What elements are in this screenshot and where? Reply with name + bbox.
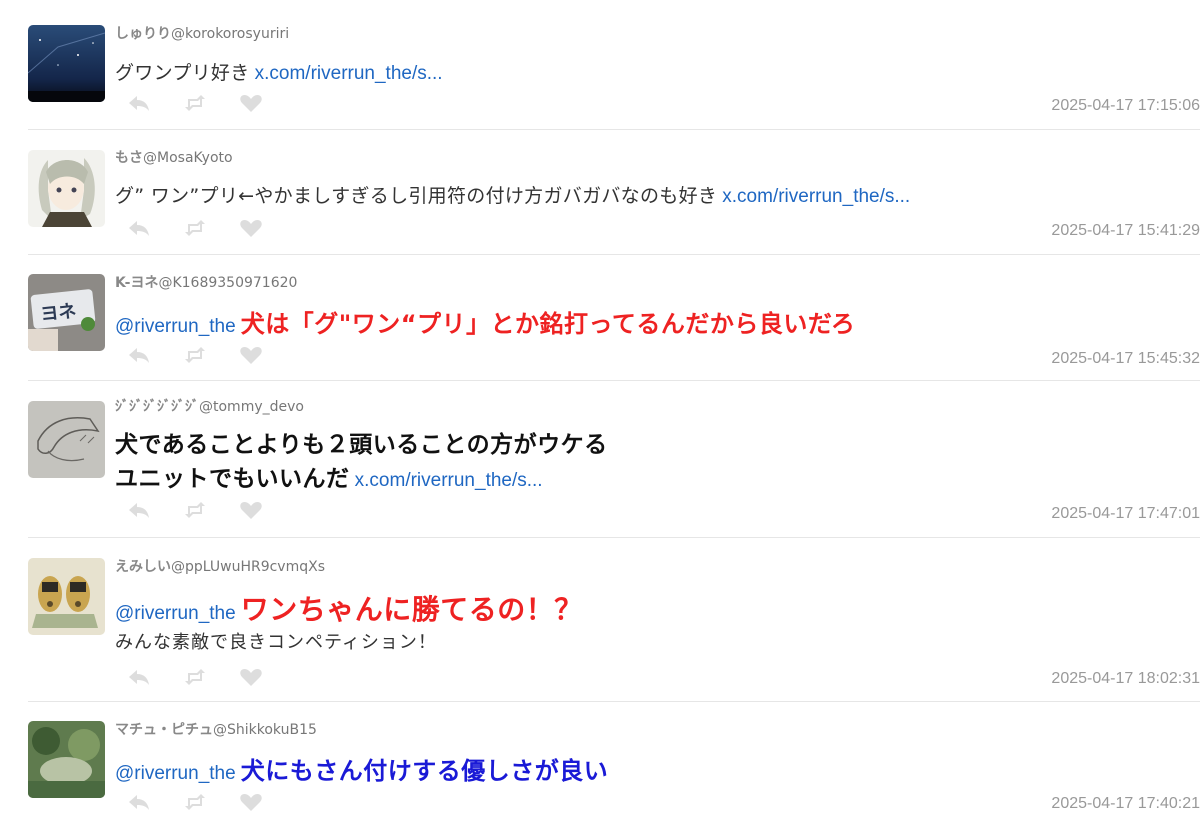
tweet-item: ｼﾞｼﾞｼﾞｼﾞｼﾞｼﾞ@tommy_devo 犬であることよりも２頭いることの… — [28, 399, 1200, 538]
timestamp[interactable]: 2025-04-17 15:41:29 — [1051, 222, 1200, 240]
retweet-icon[interactable] — [182, 666, 208, 688]
avatar[interactable] — [28, 721, 105, 798]
display-name[interactable]: マチュ・ピチュ — [115, 722, 213, 738]
display-name[interactable]: えみしい — [115, 559, 171, 575]
tweet-item: もさ@MosaKyoto グ” ワン”プリ←やかましすぎるし引用符の付け方ガバガ… — [28, 147, 1200, 255]
avatar[interactable] — [28, 558, 105, 635]
tweet-actions — [126, 666, 264, 688]
display-name[interactable]: しゅりり — [115, 26, 171, 42]
tweet-link[interactable]: x.com/riverrun_the/s... — [255, 63, 443, 84]
timestamp[interactable]: 2025-04-17 17:47:01 — [1051, 505, 1200, 523]
tweet-item: しゅりり@korokorosyuriri グワンプリ好き x.com/river… — [28, 22, 1200, 130]
avatar[interactable] — [28, 401, 105, 478]
tweet-body: 犬であることよりも２頭いることの方がウケる — [115, 432, 608, 458]
tweet-body: グワンプリ好き — [115, 62, 250, 84]
tweet-body: 犬は「グ"ワン“プリ」とか銘打ってるんだから良いだろ — [240, 310, 856, 338]
tweet-text: @riverrun_the ワンちゃんに勝てるの！？ — [115, 588, 583, 628]
like-icon[interactable] — [238, 217, 264, 239]
user-name-line: ｼﾞｼﾞｼﾞｼﾞｼﾞｼﾞ@tommy_devo — [115, 396, 304, 416]
tweet-text-line-1: 犬であることよりも２頭いることの方がウケる — [115, 425, 608, 459]
avatar[interactable] — [28, 25, 105, 102]
retweet-icon[interactable] — [182, 217, 208, 239]
tweet-text-line-2: みんな素敵で良きコンペティション！ — [115, 628, 437, 654]
like-icon[interactable] — [238, 344, 264, 366]
like-icon[interactable] — [238, 791, 264, 813]
user-name-line: しゅりり@korokorosyuriri — [115, 23, 289, 43]
reply-icon[interactable] — [126, 791, 152, 813]
tweet-body-continued: ユニットでもいいんだ — [115, 466, 350, 492]
tweet-body-continued: みんな素敵で良きコンペティション！ — [115, 632, 437, 653]
like-icon[interactable] — [238, 92, 264, 114]
tweet-body: ワンちゃんに勝てるの！？ — [240, 593, 583, 626]
tweet-body: グ” ワン”プリ←やかましすぎるし引用符の付け方ガバガバなのも好き — [115, 185, 718, 207]
tweet-actions — [126, 791, 264, 813]
timestamp[interactable]: 2025-04-17 18:02:31 — [1051, 670, 1200, 688]
reply-icon[interactable] — [126, 92, 152, 114]
user-handle[interactable]: @ShikkokuB15 — [213, 722, 317, 738]
tweet-link[interactable]: x.com/riverrun_the/s... — [355, 470, 543, 491]
mention-link[interactable]: @riverrun_the — [115, 316, 236, 337]
timeline: しゅりり@korokorosyuriri グワンプリ好き x.com/river… — [0, 0, 1200, 836]
tweet-actions — [126, 499, 264, 521]
tweet-item: ヨネ K-ヨネ@K1689350971620 @riverrun_the 犬は「… — [28, 272, 1200, 381]
timestamp[interactable]: 2025-04-17 15:45:32 — [1051, 350, 1200, 368]
user-handle[interactable]: @korokorosyuriri — [171, 26, 289, 42]
tweet-text-line-2: ユニットでもいいんだ x.com/riverrun_the/s... — [115, 459, 543, 493]
user-name-line: K-ヨネ@K1689350971620 — [115, 272, 297, 292]
tweet-actions — [126, 217, 264, 239]
display-name[interactable]: K-ヨネ — [115, 275, 158, 291]
mention-link[interactable]: @riverrun_the — [115, 603, 236, 624]
like-icon[interactable] — [238, 499, 264, 521]
reply-icon[interactable] — [126, 344, 152, 366]
timestamp[interactable]: 2025-04-17 17:40:21 — [1051, 795, 1200, 813]
tweet-link[interactable]: x.com/riverrun_the/s... — [722, 186, 910, 207]
tweet-item: マチュ・ピチュ@ShikkokuB15 @riverrun_the 犬にもさん付… — [28, 719, 1200, 829]
user-name-line: マチュ・ピチュ@ShikkokuB15 — [115, 719, 317, 739]
timestamp[interactable]: 2025-04-17 17:15:06 — [1051, 97, 1200, 115]
user-handle[interactable]: @tommy_devo — [199, 399, 304, 415]
svg-text:ヨネ: ヨネ — [39, 301, 77, 326]
tweet-text: @riverrun_the 犬は「グ"ワン“プリ」とか銘打ってるんだから良いだろ — [115, 304, 855, 339]
mention-link[interactable]: @riverrun_the — [115, 763, 236, 784]
reply-icon[interactable] — [126, 499, 152, 521]
tweet-actions — [126, 344, 264, 366]
user-handle[interactable]: @ppLUwuHR9cvmqXs — [171, 559, 325, 575]
user-handle[interactable]: @MosaKyoto — [143, 150, 233, 166]
retweet-icon[interactable] — [182, 791, 208, 813]
display-name[interactable]: もさ — [115, 150, 143, 166]
retweet-icon[interactable] — [182, 344, 208, 366]
user-name-line: もさ@MosaKyoto — [115, 147, 233, 167]
like-icon[interactable] — [238, 666, 264, 688]
user-handle[interactable]: @K1689350971620 — [158, 275, 297, 291]
user-name-line: えみしい@ppLUwuHR9cvmqXs — [115, 556, 325, 576]
tweet-text: グワンプリ好き x.com/riverrun_the/s... — [115, 58, 443, 85]
reply-icon[interactable] — [126, 666, 152, 688]
tweet-item: えみしい@ppLUwuHR9cvmqXs @riverrun_the ワンちゃん… — [28, 556, 1200, 702]
avatar[interactable]: ヨネ — [28, 274, 105, 351]
reply-icon[interactable] — [126, 217, 152, 239]
tweet-text: @riverrun_the 犬にもさん付けする優しさが良い — [115, 751, 608, 786]
retweet-icon[interactable] — [182, 92, 208, 114]
display-name[interactable]: ｼﾞｼﾞｼﾞｼﾞｼﾞｼﾞ — [115, 399, 199, 415]
tweet-body: 犬にもさん付けする優しさが良い — [240, 757, 609, 785]
avatar[interactable] — [28, 150, 105, 227]
tweet-text: グ” ワン”プリ←やかましすぎるし引用符の付け方ガバガバなのも好き x.com/… — [115, 181, 910, 208]
tweet-actions — [126, 92, 264, 114]
retweet-icon[interactable] — [182, 499, 208, 521]
